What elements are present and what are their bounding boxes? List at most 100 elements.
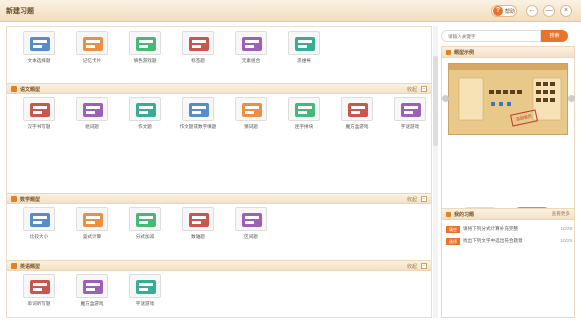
question-type-tile[interactable]: 比较大小 [13,207,65,243]
tile-label: 作文题 [138,124,152,129]
view-more-link[interactable]: 查看更多 [552,211,570,217]
eye-icon [446,50,451,55]
question-type-tile[interactable]: 作文题 [119,97,171,133]
section-math-header: 数学题型 收起 − [7,193,431,204]
game-board-graphic [458,77,562,121]
list-item[interactable]: 填空 请将下列分式计算补充完整 10/29 [446,225,572,235]
my-exercises-title: 我的习题 [454,212,475,218]
question-type-tile[interactable]: 填色游戏题 [119,31,171,67]
item-title: 找出下列文字中选出符合题意 [463,238,523,243]
question-type-tile[interactable]: 标签题 [172,31,224,67]
my-exercises-panel: 我的习题 查看更多 填空 请将下列分式计算补充完整 10/29 选择 找出下列文… [441,208,575,318]
connect-blocks-icon [288,97,320,121]
book-icon [11,196,17,202]
question-type-list: 语文题型 收起 − 数学题型 收起 − 英语题型 收起 − 文本选择题 记忆卡片 填… [6,26,432,318]
fill-blank-icon [182,97,214,121]
coloring-icon [129,31,161,55]
question-type-tile[interactable]: 汉字书写题 [13,97,65,133]
list-icon [446,212,451,217]
collapse-icon[interactable]: − [421,196,427,202]
text-choice-icon [23,31,55,55]
help-icon: ? [493,6,503,16]
book-icon [11,263,17,269]
item-date: 10/29 [560,226,573,231]
collapse-icon[interactable]: − [421,86,427,92]
question-type-tile[interactable]: 魔方盒游戏 [66,274,118,310]
section-english-header: 英语题型 收起 − [7,260,431,271]
question-type-tile[interactable]: 分式加减 [119,207,171,243]
collapse-link[interactable]: 收起 [407,263,417,270]
help-label: 帮助 [505,8,516,15]
vertical-calc-icon [76,207,108,231]
collapse-link[interactable]: 收起 [407,196,417,203]
question-type-tile[interactable]: 单词听写题 [13,274,65,310]
question-type-tile[interactable]: 元素组合 [225,31,277,67]
tag-icon [182,31,214,55]
tile-label: 作文题或数字填题 [179,124,217,129]
tile-label: 元素组合 [241,58,261,63]
mind-map-icon [288,31,320,55]
next-arrow-icon[interactable] [568,95,575,102]
question-type-tile[interactable]: 魔方盒游戏 [331,97,383,133]
essay-icon [129,97,161,121]
tile-label: 猜词题 [244,124,258,129]
word-group-icon [76,97,108,121]
question-type-tile[interactable]: 数轴题 [172,207,224,243]
question-type-tile[interactable]: 思维导 [278,31,330,67]
tile-label: 汉字书写题 [27,124,51,129]
tile-label: 魔方盒游戏 [345,124,369,129]
question-type-tile[interactable]: 区间题 [225,207,277,243]
scrollbar[interactable] [433,26,438,318]
tile-label: 数轴题 [191,234,205,239]
question-type-tile[interactable]: 记忆卡片 [66,31,118,67]
number-line-icon [182,207,214,231]
compare-icon [23,207,55,231]
back-button[interactable]: ← [526,5,538,17]
tile-label: 比较大小 [29,234,49,239]
section-label: 数学题型 [20,197,41,203]
interval-icon [235,207,267,231]
tile-label: 魔方盒游戏 [80,301,104,306]
tile-label: 组词题 [85,124,99,129]
help-button[interactable]: ? 帮助 [491,5,517,17]
tile-label: 竖式计算 [82,234,102,239]
list-item[interactable]: 选择 找出下列文字中选出符合题意 10/29 [446,237,572,247]
search-button[interactable]: 搜索 [541,30,568,42]
guess-word-icon [235,97,267,121]
minimize-button[interactable]: — [543,5,555,17]
tile-label: 文本选择题 [27,58,51,63]
sidebar: 搜索 题型示例 返回首页 [441,26,575,318]
memory-cards-icon [76,31,108,55]
section-label: 英语题型 [20,264,41,270]
search-input[interactable] [441,30,541,42]
tile-label: 单词听写题 [27,301,51,306]
question-type-tile[interactable]: 文本选择题 [13,31,65,67]
book-icon [11,86,17,92]
collapse-link[interactable]: 收起 [407,86,417,93]
question-type-tile[interactable]: 连字拼块 [278,97,330,133]
tile-label: 区间题 [244,234,258,239]
question-type-tile[interactable]: 猜词题 [225,97,277,133]
tile-label: 记忆卡片 [82,58,102,63]
type-badge: 选择 [446,238,460,245]
tile-label: 思维导 [297,58,311,63]
tile-label: 连字拼块 [294,124,314,129]
prev-arrow-icon[interactable] [442,95,449,102]
question-type-tile[interactable]: 组词题 [66,97,118,133]
item-title: 请将下列分式计算补充完整 [463,226,519,231]
question-type-tile[interactable]: 字谜游戏 [384,97,431,133]
question-type-tile[interactable]: 作文题或数字填题 [172,97,224,133]
collapse-icon[interactable]: − [421,263,427,269]
type-badge: 填空 [446,226,460,233]
tile-label: 填色游戏题 [133,58,157,63]
preview-panel-header: 题型示例 [442,47,574,58]
tile-label: 标签题 [191,58,205,63]
title-bar: 新建习题 ? 帮助 ← — × [0,0,581,22]
question-type-tile[interactable]: 字谜游戏 [119,274,171,310]
scroll-thumb[interactable] [433,56,438,146]
question-type-tile[interactable]: 竖式计算 [66,207,118,243]
close-button[interactable]: × [560,5,572,17]
preview-image: 返回首页 [448,63,568,135]
my-exercises-header: 我的习题 查看更多 [442,209,574,220]
item-date: 10/29 [560,238,573,243]
